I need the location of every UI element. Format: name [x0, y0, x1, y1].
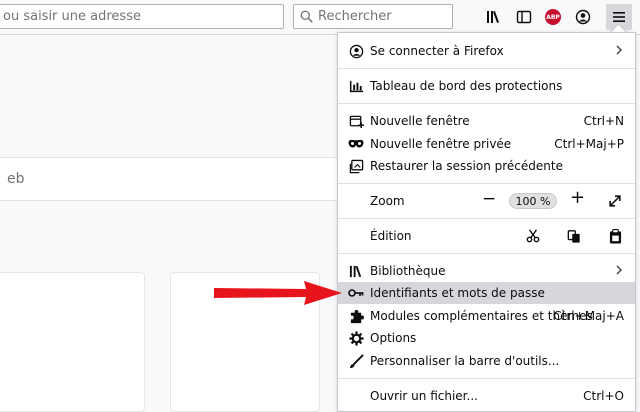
- url-bar-placeholder: ou saisir une adresse: [3, 9, 141, 24]
- menu-item-shortcut: Ctrl+N: [583, 114, 624, 128]
- zoom-in-button[interactable]: +: [570, 187, 585, 208]
- menu-item-label: Tableau de bord des protections: [370, 79, 563, 93]
- menu-item-restore-session[interactable]: Restaurer la session précédente: [338, 155, 635, 177]
- adblock-icon[interactable]: ABP: [543, 7, 563, 27]
- menu-item-label: Options: [370, 331, 417, 345]
- library-icon[interactable]: [484, 7, 504, 27]
- chevron-right-icon: [615, 44, 623, 58]
- fullscreen-icon[interactable]: [606, 192, 624, 210]
- menu-item-sign-in[interactable]: Se connecter à Firefox: [338, 40, 635, 62]
- newtab-search-box[interactable]: eb: [0, 157, 348, 201]
- menu-row-zoom: Zoom − 100 % +: [338, 187, 635, 212]
- key-icon: [348, 285, 364, 301]
- browser-toolbar: ou saisir une adresse Rechercher ABP: [0, 0, 640, 35]
- puzzle-piece-icon: [348, 308, 364, 324]
- library-icon: [348, 263, 364, 279]
- menu-item-label: Nouvelle fenêtre: [370, 114, 470, 128]
- menu-row-edit: Édition: [338, 225, 635, 247]
- chart-icon: [348, 78, 364, 94]
- zoom-out-button[interactable]: −: [482, 189, 496, 209]
- menu-item-protections[interactable]: Tableau de bord des protections: [338, 75, 635, 97]
- newtab-search-placeholder: eb: [7, 171, 25, 187]
- menu-separator: [338, 103, 635, 104]
- menu-item-label: Nouvelle fenêtre privée: [370, 137, 512, 151]
- chevron-right-icon: [615, 264, 623, 278]
- restore-session-icon: [348, 158, 364, 174]
- menu-separator: [338, 218, 635, 219]
- menu-item-library[interactable]: Bibliothèque: [338, 260, 635, 282]
- new-window-icon: [348, 113, 364, 129]
- menu-item-label: Ouvrir un fichier...: [370, 389, 478, 403]
- menu-item-new-window[interactable]: Nouvelle fenêtre Ctrl+N: [338, 110, 635, 132]
- cut-icon[interactable]: [524, 227, 542, 245]
- sidebar-icon[interactable]: [514, 7, 534, 27]
- copy-icon[interactable]: [565, 227, 583, 245]
- menu-item-label: Se connecter à Firefox: [370, 44, 504, 58]
- menu-item-label: Bibliothèque: [370, 264, 446, 278]
- menu-separator: [338, 378, 635, 379]
- menu-separator: [338, 253, 635, 254]
- top-site-tile[interactable]: [0, 272, 145, 412]
- menu-item-label: Personnaliser la barre d'outils...: [370, 354, 560, 368]
- hamburger-icon: [613, 12, 625, 22]
- zoom-reset-button[interactable]: 100 %: [509, 193, 557, 209]
- paste-icon[interactable]: [606, 227, 624, 245]
- url-bar[interactable]: ou saisir une adresse: [0, 4, 284, 29]
- annotation-arrow: [214, 281, 342, 305]
- menu-item-shortcut: Ctrl+O: [583, 389, 624, 403]
- menu-item-open-file[interactable]: Ouvrir un fichier... Ctrl+O: [338, 385, 635, 407]
- menu-item-options[interactable]: Options: [338, 327, 635, 349]
- menu-item-label: Identifiants et mots de passe: [370, 286, 545, 300]
- menu-item-logins[interactable]: Identifiants et mots de passe: [338, 282, 635, 304]
- search-bar-placeholder: Rechercher: [318, 9, 392, 24]
- account-icon: [348, 43, 364, 59]
- menu-item-shortcut: Ctrl+Maj+P: [554, 137, 624, 151]
- adblock-badge: ABP: [545, 9, 561, 25]
- menu-item-addons[interactable]: Modules complémentaires et thèmes Ctrl+M…: [338, 305, 635, 327]
- search-icon: [300, 10, 313, 23]
- menu-separator: [338, 68, 635, 69]
- menu-item-shortcut: Ctrl+Maj+A: [553, 309, 624, 323]
- edit-label: Édition: [370, 229, 412, 243]
- menu-separator: [338, 183, 635, 184]
- gear-icon: [348, 330, 364, 346]
- private-mask-icon: [348, 136, 364, 152]
- account-icon[interactable]: [573, 7, 593, 27]
- menu-item-private-window[interactable]: Nouvelle fenêtre privée Ctrl+Maj+P: [338, 133, 635, 155]
- menu-item-customize[interactable]: Personnaliser la barre d'outils...: [338, 350, 635, 372]
- zoom-label: Zoom: [370, 194, 405, 208]
- app-menu-panel: Se connecter à Firefox Tableau de bord d…: [337, 32, 636, 412]
- search-bar[interactable]: Rechercher: [293, 4, 453, 29]
- paintbrush-icon: [348, 353, 364, 369]
- menu-item-label: Restaurer la session précédente: [370, 159, 563, 173]
